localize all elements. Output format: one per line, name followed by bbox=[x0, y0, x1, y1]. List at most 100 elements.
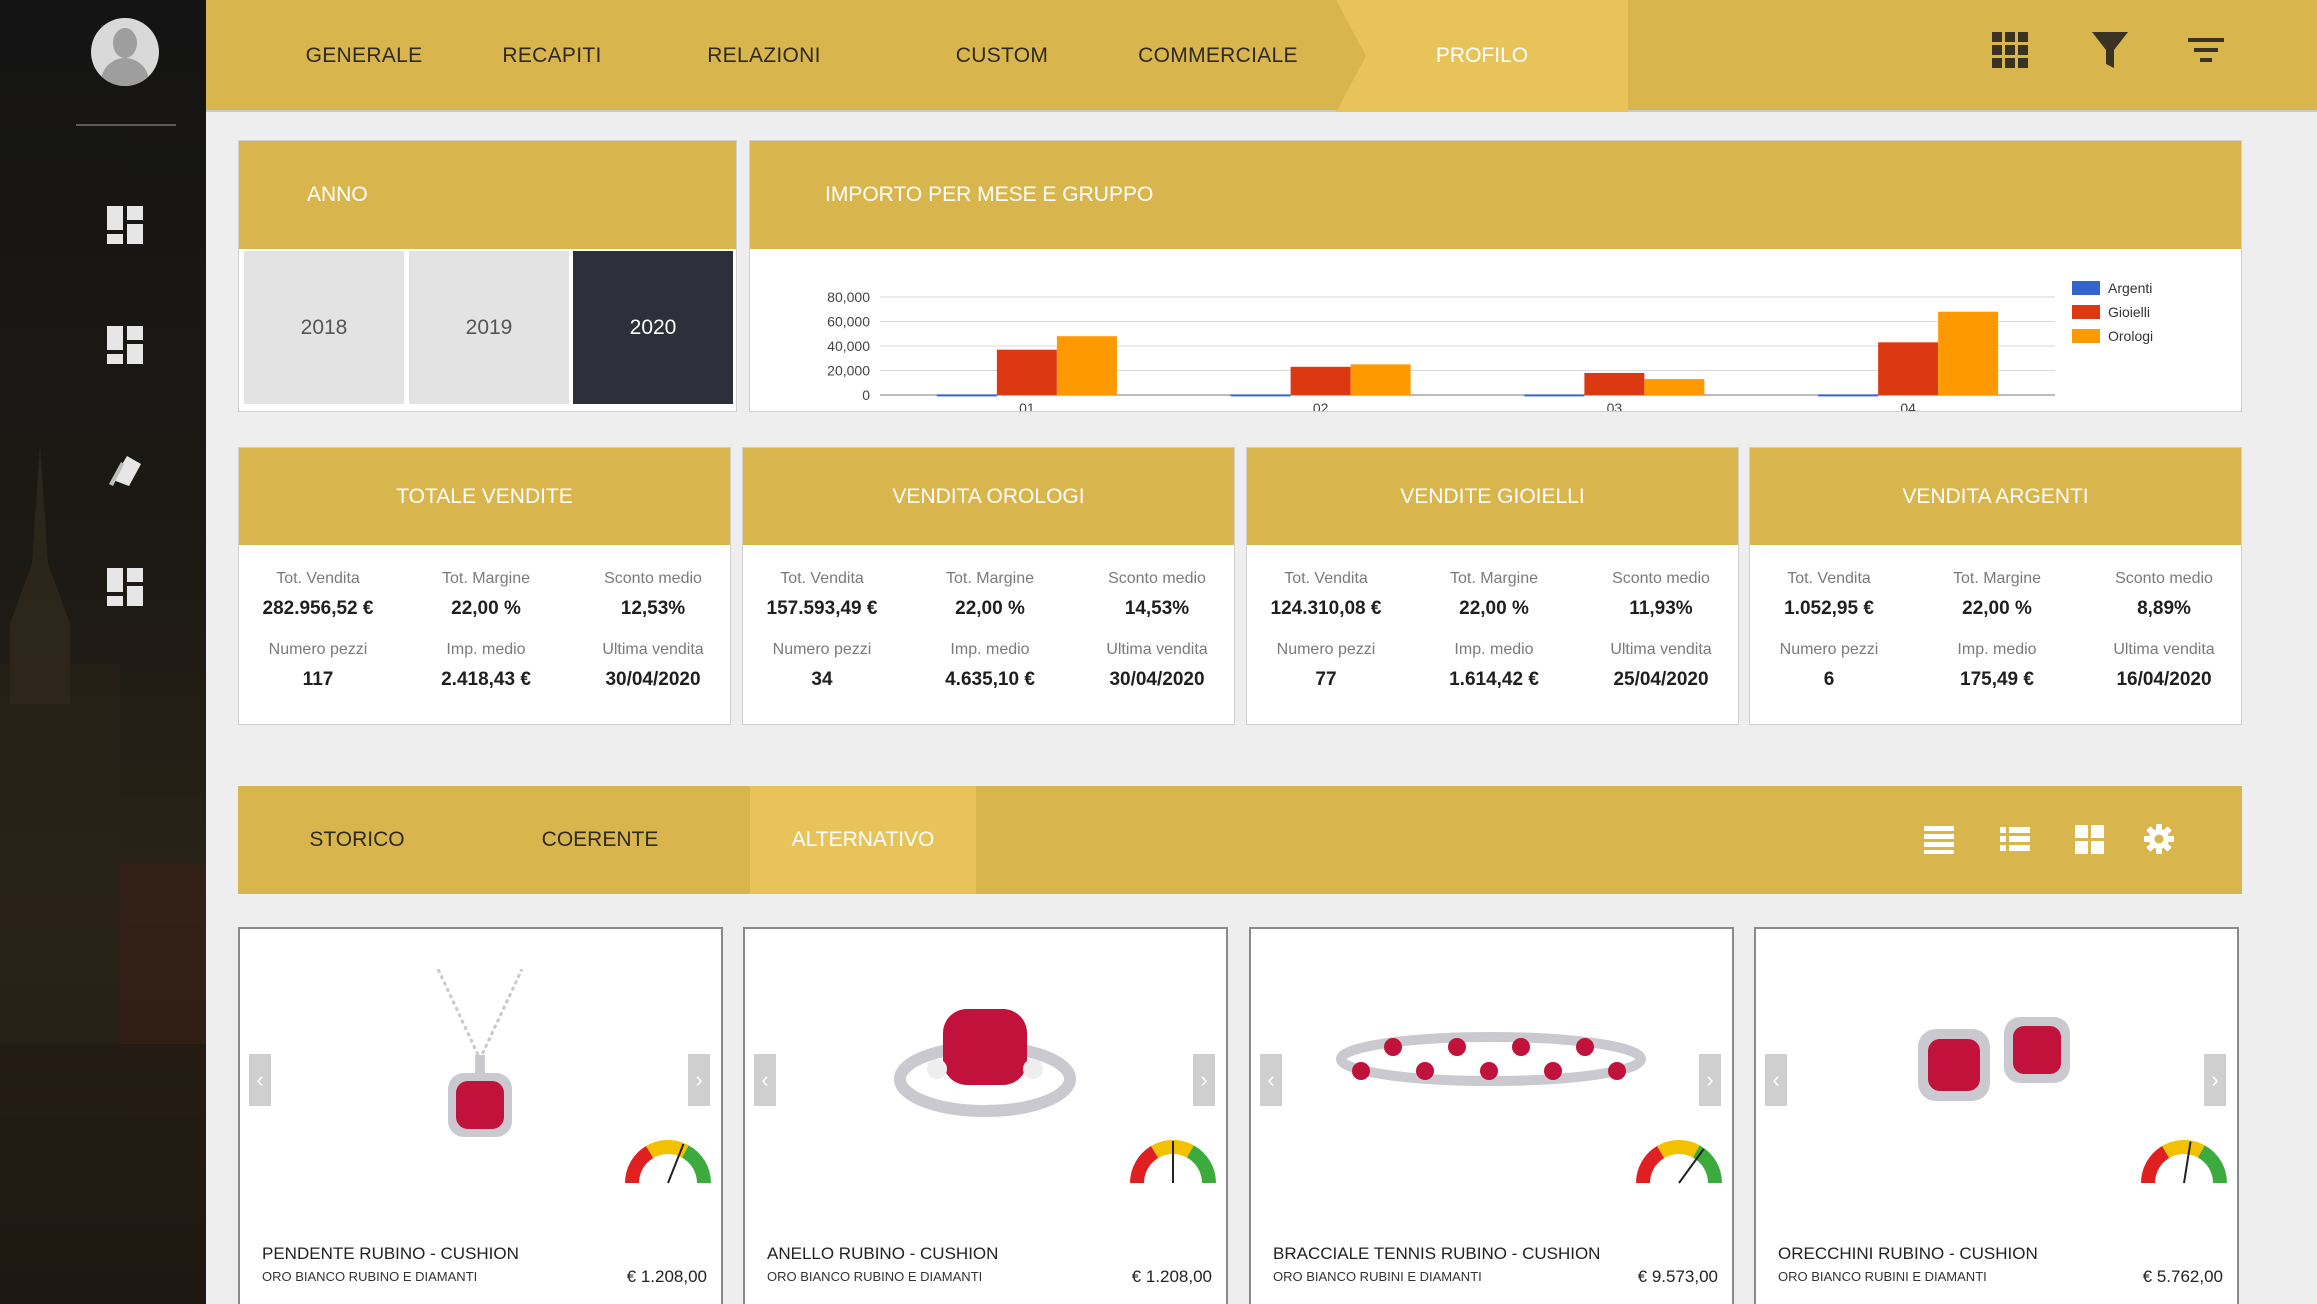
kpi-metric: Numero pezzi 117 bbox=[233, 641, 403, 691]
tags-icon[interactable] bbox=[107, 450, 145, 488]
dashboard-icon[interactable] bbox=[107, 568, 145, 606]
chevron-right-icon: › bbox=[2211, 1067, 2219, 1092]
kpi-metric: Numero pezzi 6 bbox=[1744, 641, 1914, 691]
grid-view-icon[interactable] bbox=[2072, 822, 2106, 856]
kpi-metric: Sconto medio 14,53% bbox=[1072, 570, 1242, 620]
kpi-metric-value: 30/04/2020 bbox=[605, 669, 701, 690]
kpi-metric: Ultima vendita 25/04/2020 bbox=[1576, 641, 1746, 691]
ring-image bbox=[825, 969, 1145, 1149]
kpi-title: VENDITA OROLOGI bbox=[743, 448, 1234, 545]
tab-profilo-label: PROFILO bbox=[1435, 44, 1529, 67]
kpi-metric: Tot. Margine 22,00 % bbox=[1912, 570, 2082, 620]
legend-swatch bbox=[2072, 281, 2100, 295]
x-tick-label: 03 bbox=[1607, 400, 1623, 411]
prev-image-button[interactable]: ‹ bbox=[754, 1054, 776, 1106]
next-image-button[interactable]: › bbox=[2204, 1054, 2226, 1106]
tab-relazioni[interactable]: RELAZIONI bbox=[684, 0, 844, 112]
bar-orologi-02 bbox=[1350, 364, 1411, 395]
y-tick-label: 20,000 bbox=[827, 363, 870, 379]
kpi-panel: VENDITE GIOIELLI Tot. Vendita 124.310,08 €… bbox=[1246, 447, 1739, 725]
kpi-metric-label: Tot. Vendita bbox=[1284, 570, 1368, 587]
kpi-metric-label: Ultima vendita bbox=[1106, 641, 1208, 658]
city-background-image bbox=[0, 444, 206, 1304]
kpi-metric-value: 124.310,08 € bbox=[1270, 598, 1382, 619]
tab-storico[interactable]: STORICO bbox=[282, 786, 432, 894]
tab-generale[interactable]: GENERALE bbox=[294, 0, 434, 112]
bar-chart: 80,000 60,000 40,000 20,000 0 01 02 03 04 Argenti… bbox=[827, 280, 2153, 411]
legend-label: Gioielli bbox=[2108, 304, 2150, 320]
tab-profilo[interactable]: PROFILO bbox=[1336, 0, 1628, 112]
x-tick-label: 01 bbox=[1019, 400, 1035, 411]
product-card[interactable]: ‹ › ANELLO RUBINO - CUSHION ORO BIANCO RUB… bbox=[743, 927, 1228, 1304]
kpi-metric-value: 22,00 % bbox=[1962, 598, 2032, 619]
bar-orologi-03 bbox=[1644, 379, 1705, 395]
bar-argenti-01 bbox=[936, 394, 997, 397]
kpi-metric-value: 30/04/2020 bbox=[1109, 669, 1205, 690]
kpi-metric-value: 77 bbox=[1315, 669, 1337, 690]
settings-icon[interactable] bbox=[2142, 822, 2176, 856]
tab-alternativo[interactable]: ALTERNATIVO bbox=[750, 786, 976, 894]
chevron-right-icon: › bbox=[695, 1067, 703, 1092]
tab-coerente[interactable]: COERENTE bbox=[510, 786, 690, 894]
next-image-button[interactable]: › bbox=[1699, 1054, 1721, 1106]
filter-icon[interactable] bbox=[2088, 28, 2132, 72]
product-price: € 9.573,00 bbox=[1637, 1267, 1718, 1286]
kpi-metric: Imp. medio 175,49 € bbox=[1912, 641, 2082, 691]
tab-custom[interactable]: CUSTOM bbox=[922, 0, 1082, 112]
year-2020-button[interactable]: 2020 bbox=[573, 251, 733, 404]
product-card[interactable]: ‹ › BRACCIALE TENNIS RUBINO - CUSHION ORO … bbox=[1249, 927, 1734, 1304]
kpi-metric-value: 11,93% bbox=[1629, 598, 1693, 619]
kpi-metric: Tot. Vendita 124.310,08 € bbox=[1241, 570, 1411, 620]
dashboard-icon[interactable] bbox=[107, 326, 145, 364]
kpi-metric: Tot. Vendita 1.052,95 € bbox=[1744, 570, 1914, 620]
kpi-metric-value: 22,00 % bbox=[451, 598, 521, 619]
grid-icon[interactable] bbox=[1988, 28, 2032, 72]
kpi-metric-value: 2.418,43 € bbox=[441, 669, 531, 690]
next-image-button[interactable]: › bbox=[1193, 1054, 1215, 1106]
detail-list-icon[interactable] bbox=[1998, 822, 2032, 856]
kpi-metric-value: 117 bbox=[302, 669, 334, 690]
kpi-metric-value: 157.593,49 € bbox=[766, 598, 878, 619]
bar-gioielli-04 bbox=[1878, 342, 1939, 395]
kpi-metric: Imp. medio 2.418,43 € bbox=[401, 641, 571, 691]
kpi-metric-label: Numero pezzi bbox=[268, 641, 368, 658]
user-avatar[interactable] bbox=[91, 18, 159, 86]
tab-recapiti[interactable]: RECAPITI bbox=[482, 0, 622, 112]
sidebar bbox=[0, 0, 206, 1304]
bar-orologi-01 bbox=[1056, 336, 1117, 395]
kpi-metric-label: Sconto medio bbox=[1108, 570, 1206, 587]
bar-orologi-04 bbox=[1938, 311, 1999, 395]
prev-image-button[interactable]: ‹ bbox=[249, 1054, 271, 1106]
legend-label: Argenti bbox=[2108, 280, 2152, 296]
kpi-metric: Ultima vendita 30/04/2020 bbox=[568, 641, 738, 691]
kpi-metric-value: 34 bbox=[811, 669, 833, 690]
kpi-title: VENDITE GIOIELLI bbox=[1247, 448, 1738, 545]
prev-image-button[interactable]: ‹ bbox=[1260, 1054, 1282, 1106]
kpi-metric-label: Tot. Margine bbox=[1449, 570, 1539, 587]
kpi-metric: Sconto medio 8,89% bbox=[2079, 570, 2249, 620]
y-tick-label: 60,000 bbox=[827, 314, 870, 330]
bar-gioielli-03 bbox=[1584, 372, 1645, 395]
product-description: ORO BIANCO RUBINO E DIAMANTI bbox=[262, 1269, 478, 1284]
prev-image-button[interactable]: ‹ bbox=[1765, 1054, 1787, 1106]
year-2019-button[interactable]: 2019 bbox=[409, 251, 569, 404]
coherence-gauge bbox=[624, 1139, 712, 1187]
chevron-left-icon: ‹ bbox=[256, 1067, 264, 1092]
bracelet-image bbox=[1331, 969, 1651, 1149]
y-tick-label: 40,000 bbox=[827, 338, 870, 354]
year-2018-button[interactable]: 2018 bbox=[244, 251, 404, 404]
tab-commerciale[interactable]: COMMERCIALE bbox=[1126, 0, 1310, 112]
list-view-icon[interactable] bbox=[1922, 822, 1956, 856]
x-tick-label: 04 bbox=[1900, 400, 1916, 411]
product-card[interactable]: ‹ › ORECCHINI RUBINO - CUSHION ORO BIANCO … bbox=[1754, 927, 2239, 1304]
product-card[interactable]: ‹ › PENDENTE RUBINO - CUSHION ORO BIANCO R… bbox=[238, 927, 723, 1304]
dashboard-icon[interactable] bbox=[107, 206, 145, 244]
kpi-metric-label: Imp. medio bbox=[950, 641, 1030, 658]
next-image-button[interactable]: › bbox=[688, 1054, 710, 1106]
kpi-metric-label: Tot. Margine bbox=[441, 570, 531, 587]
sort-icon[interactable] bbox=[2184, 28, 2228, 72]
product-price: € 1.208,00 bbox=[626, 1267, 707, 1286]
kpi-metric-value: 282.956,52 € bbox=[262, 598, 374, 619]
bar-gioielli-01 bbox=[996, 349, 1057, 395]
y-tick-label: 80,000 bbox=[827, 289, 870, 305]
